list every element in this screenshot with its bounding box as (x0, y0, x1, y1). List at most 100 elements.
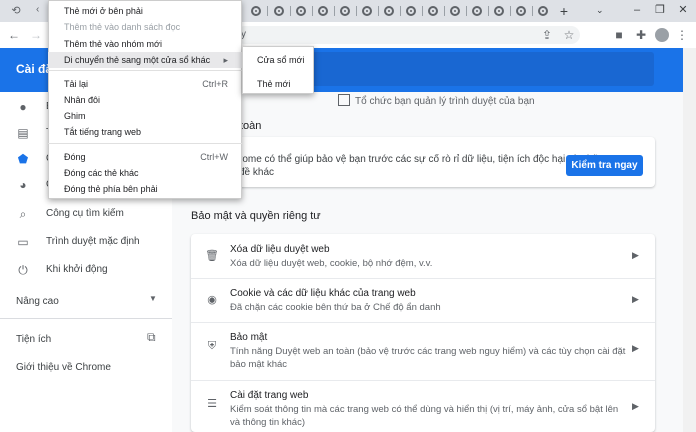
chevron-down-icon[interactable]: ▼ (149, 294, 157, 303)
privacy-row[interactable]: ☰ Cài đặt trang web Kiểm soát thông tin mà… (191, 380, 655, 432)
browser-tab[interactable] (534, 3, 552, 19)
submenu-arrow-icon: ▸ (223, 55, 228, 65)
back-icon[interactable]: ← (6, 27, 22, 43)
browser-tab[interactable] (270, 3, 288, 19)
context-menu-item[interactable]: Đóng thẻ phía bên phải (48, 181, 242, 197)
chevron-right-icon: ▶ (632, 343, 639, 353)
menu-item-label: Đóng thẻ phía bên phải (64, 184, 158, 194)
tab-separator (267, 6, 268, 16)
puzzle-extension-icon[interactable]: ✚ (633, 27, 649, 43)
privacy-row-subtitle: Kiểm soát thông tin mà các trang web có … (230, 404, 619, 428)
browser-tab[interactable] (446, 3, 464, 19)
sidebar-item[interactable]: ⏻ Khi khởi động (0, 259, 172, 283)
menu-item-label: Tải lại (64, 79, 89, 89)
context-menu-item[interactable]: Ghim (48, 108, 242, 124)
tab-separator (532, 6, 533, 16)
share-icon[interactable]: ⇪ (539, 27, 555, 43)
sidebar-extensions[interactable]: Tiện ích (16, 334, 51, 345)
privacy-row-subtitle: Xóa dữ liệu duyệt web, cookie, bộ nhớ đệ… (230, 258, 433, 269)
sidebar-item[interactable]: ⌕ Công cụ tìm kiếm (0, 203, 172, 227)
menu-item-label: Nhân đôi (64, 95, 101, 105)
new-tab-icon[interactable]: + (556, 3, 572, 19)
address-bar[interactable]: cy (236, 26, 580, 44)
maximize-icon[interactable]: ❐ (653, 3, 667, 17)
privacy-row[interactable]: 🗑 Xóa dữ liệu duyệt web Xóa dữ liệu duyệt … (191, 234, 655, 278)
chrome-favicon-icon (450, 6, 460, 16)
context-menu-item[interactable]: Tắt tiếng trang web (48, 124, 242, 140)
sidebar-advanced[interactable]: Nâng cao (16, 296, 59, 307)
browser-tab[interactable] (292, 3, 310, 19)
browser-tab[interactable] (380, 3, 398, 19)
tab-separator (378, 6, 379, 16)
menu-item-label: Thêm thẻ vào nhóm mới (64, 39, 162, 49)
check-now-button[interactable]: Kiểm tra ngay (566, 155, 643, 176)
browser-tab[interactable] (424, 3, 442, 19)
sidebar-item-label: Khi khởi động (46, 264, 108, 275)
privacy-row[interactable]: ◉ Cookie và các dữ liệu khác của trang we… (191, 278, 655, 322)
chevron-right-icon: ▶ (632, 294, 639, 304)
menu-item-shortcut: Ctrl+R (202, 79, 228, 89)
submenu-item[interactable]: Cửa sổ mới (242, 52, 314, 68)
chrome-favicon-icon (428, 6, 438, 16)
person-icon: ● (19, 100, 27, 114)
menu-item-label: Thẻ mới ở bên phải (64, 6, 143, 16)
chrome-favicon-icon (296, 6, 306, 16)
chrome-favicon-icon (384, 6, 394, 16)
tab-separator (334, 6, 335, 16)
browser-tab[interactable] (402, 3, 420, 19)
profile-avatar[interactable] (655, 28, 669, 42)
sidebar-item-label: Trình duyệt mặc định (46, 236, 140, 247)
row-divider (191, 322, 655, 323)
kebab-menu-icon[interactable]: ⋮ (674, 27, 690, 43)
history-icon[interactable]: ⟲ (9, 4, 23, 18)
submenu-item[interactable]: Thẻ mới (242, 76, 314, 92)
context-menu-item[interactable]: Đóng các thẻ khác (48, 165, 242, 181)
close-window-icon[interactable]: ✕ (676, 3, 690, 17)
tab-separator (466, 6, 467, 16)
search-icon: ⌕ (19, 207, 27, 221)
context-menu-item[interactable]: Thẻ mới ở bên phải (48, 3, 242, 19)
tab-separator (290, 6, 291, 16)
submenu-item-label: Cửa sổ mới (257, 55, 305, 65)
trash-icon: 🗑 (205, 250, 219, 262)
sidebar-item[interactable]: ▭ Trình duyệt mặc định (0, 231, 172, 255)
scrollbar[interactable] (683, 48, 696, 432)
context-menu-item[interactable]: Nhân đôi (48, 92, 242, 108)
context-menu-item[interactable]: Thêm thẻ vào nhóm mới (48, 36, 242, 52)
building-icon (338, 94, 350, 106)
chrome-favicon-icon (362, 6, 372, 16)
menu-item-label: Ghim (64, 111, 86, 121)
tab-search-icon[interactable]: ⌄ (596, 5, 604, 16)
privacy-row[interactable]: ⛨ Bảo mật Tính năng Duyệt web an toàn (bảo… (191, 322, 655, 380)
context-menu-item[interactable]: Di chuyển thẻ sang một cửa sổ khác ▸ (48, 52, 242, 68)
context-menu-item[interactable]: Tải lại Ctrl+R (48, 76, 242, 92)
safety-check-text-2: đề khác (239, 167, 275, 178)
external-link-icon[interactable]: ⧉ (147, 330, 156, 345)
browser-tab[interactable] (512, 3, 530, 19)
browser-tab[interactable] (336, 3, 354, 19)
menu-item-label: Đóng (64, 152, 86, 162)
forward-icon[interactable]: → (28, 27, 44, 43)
bookmark-star-icon[interactable]: ☆ (561, 27, 577, 43)
tab-close-icon[interactable]: ‹ (36, 4, 39, 15)
menu-separator (48, 70, 242, 71)
browser-tab[interactable] (314, 3, 332, 19)
context-menu-item[interactable]: Đóng Ctrl+W (48, 149, 242, 165)
trash-extension-icon[interactable]: ■ (611, 27, 627, 43)
privacy-row-title: Cài đặt trang web (230, 390, 309, 401)
browser-tab[interactable] (490, 3, 508, 19)
row-divider (191, 278, 655, 279)
context-menu-item[interactable]: Thêm thẻ vào danh sách đọc (48, 19, 242, 35)
browser-tab[interactable] (358, 3, 376, 19)
managed-notice[interactable]: Tổ chức bạn quản lý trình duyệt của bạn (355, 96, 535, 107)
chevron-right-icon: ▶ (632, 401, 639, 411)
chrome-favicon-icon (406, 6, 416, 16)
cookie-icon: ◉ (207, 294, 217, 306)
submenu-item-label: Thẻ mới (257, 79, 291, 89)
browser-tab[interactable] (247, 3, 265, 19)
privacy-row-subtitle: Tính năng Duyệt web an toàn (bảo vệ trướ… (230, 346, 626, 370)
sidebar-about[interactable]: Giới thiệu về Chrome (16, 362, 111, 373)
minimize-icon[interactable]: – (630, 3, 644, 17)
browser-tab[interactable] (468, 3, 486, 19)
safety-check-text: rome có thể giúp bảo vệ bạn trước các sự… (239, 154, 611, 165)
